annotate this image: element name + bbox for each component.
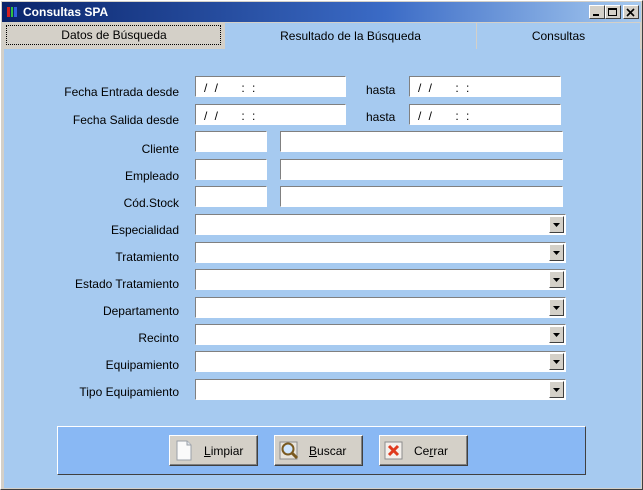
fecha-salida-label: Fecha Salida desde xyxy=(72,113,179,127)
app-logo-icon xyxy=(7,7,17,17)
tratamiento-dropdown-button[interactable] xyxy=(549,244,564,261)
cod-stock-name-input[interactable] xyxy=(281,187,562,206)
minimize-button[interactable] xyxy=(589,5,605,19)
maximize-icon xyxy=(608,8,617,16)
tab-strip: Datos de Búsqueda Resultado de la Búsque… xyxy=(4,23,641,49)
fecha-entrada-desde-field[interactable] xyxy=(195,76,346,97)
departamento-dropdown-button[interactable] xyxy=(549,299,564,316)
cod-stock-name-field[interactable] xyxy=(280,186,563,207)
fecha-entrada-desde-input[interactable] xyxy=(196,77,345,96)
limpiar-label: Limpiar xyxy=(204,444,244,458)
empleado-label: Empleado xyxy=(124,169,179,183)
chevron-down-icon xyxy=(553,251,560,255)
fecha-salida-hasta-label: hasta xyxy=(366,110,396,124)
buscar-label: Buscar xyxy=(309,444,347,458)
estado-tratamiento-select[interactable] xyxy=(195,269,566,290)
chevron-down-icon xyxy=(553,360,560,364)
minimize-icon xyxy=(593,14,599,16)
tratamiento-select[interactable] xyxy=(195,242,566,263)
fecha-entrada-hasta-input[interactable] xyxy=(410,77,560,96)
empleado-name-input[interactable] xyxy=(281,160,562,179)
cerrar-label: Cerrar xyxy=(414,444,449,458)
cod-stock-label: Cód.Stock xyxy=(123,196,179,210)
departamento-select[interactable] xyxy=(195,297,566,318)
blank-page-icon xyxy=(176,440,192,461)
cod-stock-code-field[interactable] xyxy=(195,186,267,207)
fecha-salida-desde-input[interactable] xyxy=(196,105,345,124)
tipo-equipamiento-label: Tipo Equipamiento xyxy=(79,385,179,399)
estado-tratamiento-label: Estado Tratamiento xyxy=(74,277,179,291)
especialidad-dropdown-button[interactable] xyxy=(549,216,564,233)
chevron-down-icon xyxy=(553,306,560,310)
especialidad-select[interactable] xyxy=(195,214,566,235)
tab-label: Datos de Búsqueda xyxy=(61,28,167,42)
empleado-code-input[interactable] xyxy=(196,160,266,179)
recinto-dropdown-button[interactable] xyxy=(549,326,564,343)
fecha-entrada-label: Fecha Entrada desde xyxy=(64,85,179,99)
equipamiento-label: Equipamiento xyxy=(105,358,179,372)
fecha-salida-desde-field[interactable] xyxy=(195,104,346,125)
magnifier-icon xyxy=(279,441,299,460)
tipo-equipamiento-dropdown-button[interactable] xyxy=(549,381,564,398)
tab-consultas[interactable]: Consultas xyxy=(477,23,641,49)
cliente-label: Cliente xyxy=(141,142,179,156)
cod-stock-code-input[interactable] xyxy=(196,187,266,206)
departamento-label: Departamento xyxy=(102,304,179,318)
equipamiento-dropdown-button[interactable] xyxy=(549,353,564,370)
empleado-name-field[interactable] xyxy=(280,159,563,180)
recinto-select[interactable] xyxy=(195,324,566,345)
cliente-code-field[interactable] xyxy=(195,131,267,152)
tab-resultado-busqueda[interactable]: Resultado de la Búsqueda xyxy=(225,23,477,49)
tipo-equipamiento-select[interactable] xyxy=(195,379,566,400)
title-bar[interactable]: Consultas SPA xyxy=(2,2,641,22)
cliente-name-field[interactable] xyxy=(280,131,563,152)
chevron-down-icon xyxy=(553,333,560,337)
fecha-entrada-hasta-field[interactable] xyxy=(409,76,561,97)
equipamiento-select[interactable] xyxy=(195,351,566,372)
chevron-down-icon xyxy=(553,278,560,282)
cliente-code-input[interactable] xyxy=(196,132,266,151)
main-window: Consultas SPA Datos de Búsqueda Resultad… xyxy=(0,0,643,490)
maximize-button[interactable] xyxy=(605,5,621,19)
chevron-down-icon xyxy=(553,223,560,227)
close-icon xyxy=(626,8,635,17)
especialidad-label: Especialidad xyxy=(110,223,179,237)
recinto-label: Recinto xyxy=(138,331,179,345)
fecha-salida-hasta-field[interactable] xyxy=(409,104,561,125)
fecha-entrada-hasta-label: hasta xyxy=(366,83,396,97)
close-button[interactable] xyxy=(623,5,639,19)
search-panel: Fecha Entrada desde hasta Fecha Salida d… xyxy=(4,49,641,488)
empleado-code-field[interactable] xyxy=(195,159,267,180)
cliente-name-input[interactable] xyxy=(281,132,562,151)
tab-datos-busqueda[interactable]: Datos de Búsqueda xyxy=(4,23,225,49)
estado-tratamiento-dropdown-button[interactable] xyxy=(549,271,564,288)
tab-label: Resultado de la Búsqueda xyxy=(280,29,421,43)
tab-label: Consultas xyxy=(531,29,586,43)
cerrar-button[interactable]: Cerrar xyxy=(379,435,468,466)
close-x-icon xyxy=(384,441,403,460)
limpiar-button[interactable]: Limpiar xyxy=(169,435,258,466)
window-title: Consultas SPA xyxy=(23,5,109,19)
action-button-bar: Limpiar Buscar Cerrar xyxy=(57,426,586,475)
tratamiento-label: Tratamiento xyxy=(115,250,179,264)
chevron-down-icon xyxy=(553,388,560,392)
buscar-button[interactable]: Buscar xyxy=(274,435,363,466)
fecha-salida-hasta-input[interactable] xyxy=(410,105,560,124)
